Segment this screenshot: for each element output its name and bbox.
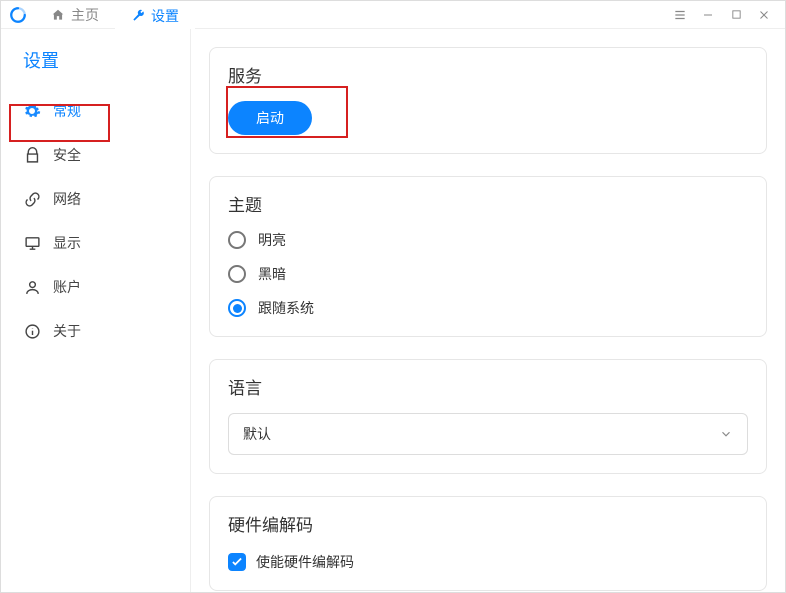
sidebar-item-network[interactable]: 网络 [1,177,190,221]
tab-settings[interactable]: 设置 [115,1,195,29]
checkbox-icon [228,553,246,571]
radio-icon [228,299,246,317]
panel-hwcodec-title: 硬件编解码 [228,511,748,536]
panel-service-title: 服务 [228,62,748,87]
sidebar-item-display[interactable]: 显示 [1,221,190,265]
theme-option-label: 黑暗 [258,264,286,284]
panel-theme-title: 主题 [228,191,748,216]
theme-option-dark[interactable]: 黑暗 [228,264,748,284]
tab-home[interactable]: 主页 [35,1,115,29]
person-icon [23,278,41,296]
sidebar: 设置 常规 安全 网络 [1,29,191,592]
main-content: 服务 启动 主题 明亮 黑暗 跟随系统 [191,29,785,592]
theme-option-label: 明亮 [258,230,286,250]
sidebar-item-label: 账户 [53,277,81,297]
hwcodec-checkbox-label: 使能硬件编解码 [256,552,354,572]
sidebar-item-label: 网络 [53,189,81,209]
close-button[interactable] [757,8,771,22]
chevron-down-icon [719,427,733,441]
sidebar-item-label: 常规 [53,101,81,121]
sidebar-item-about[interactable]: 关于 [1,309,190,353]
sidebar-item-label: 安全 [53,145,81,165]
sidebar-item-account[interactable]: 账户 [1,265,190,309]
radio-icon [228,231,246,249]
radio-icon [228,265,246,283]
home-icon [51,8,65,22]
lock-icon [23,146,41,164]
gear-icon [23,102,41,120]
sidebar-item-general[interactable]: 常规 [1,89,190,133]
maximize-button[interactable] [729,8,743,22]
titlebar: 主页 设置 [1,1,785,29]
panel-language: 语言 默认 [209,359,767,474]
panel-language-title: 语言 [228,374,748,399]
tab-home-label: 主页 [71,5,99,25]
theme-option-system[interactable]: 跟随系统 [228,298,748,318]
theme-option-label: 跟随系统 [258,298,314,318]
sidebar-item-label: 显示 [53,233,81,253]
language-select-value: 默认 [243,424,271,444]
link-icon [23,190,41,208]
sidebar-item-label: 关于 [53,321,81,341]
sidebar-item-security[interactable]: 安全 [1,133,190,177]
app-logo-icon [9,6,27,24]
language-select[interactable]: 默认 [228,413,748,455]
monitor-icon [23,234,41,252]
wrench-icon [131,9,145,23]
menu-button[interactable] [673,8,687,22]
hwcodec-enable-checkbox[interactable]: 使能硬件编解码 [228,550,748,572]
service-start-button[interactable]: 启动 [228,101,312,135]
tab-settings-label: 设置 [151,6,179,26]
panel-service: 服务 启动 [209,47,767,154]
panel-hwcodec: 硬件编解码 使能硬件编解码 [209,496,767,591]
sidebar-title: 设置 [1,29,190,89]
minimize-button[interactable] [701,8,715,22]
info-icon [23,322,41,340]
theme-option-light[interactable]: 明亮 [228,230,748,250]
panel-theme: 主题 明亮 黑暗 跟随系统 [209,176,767,337]
